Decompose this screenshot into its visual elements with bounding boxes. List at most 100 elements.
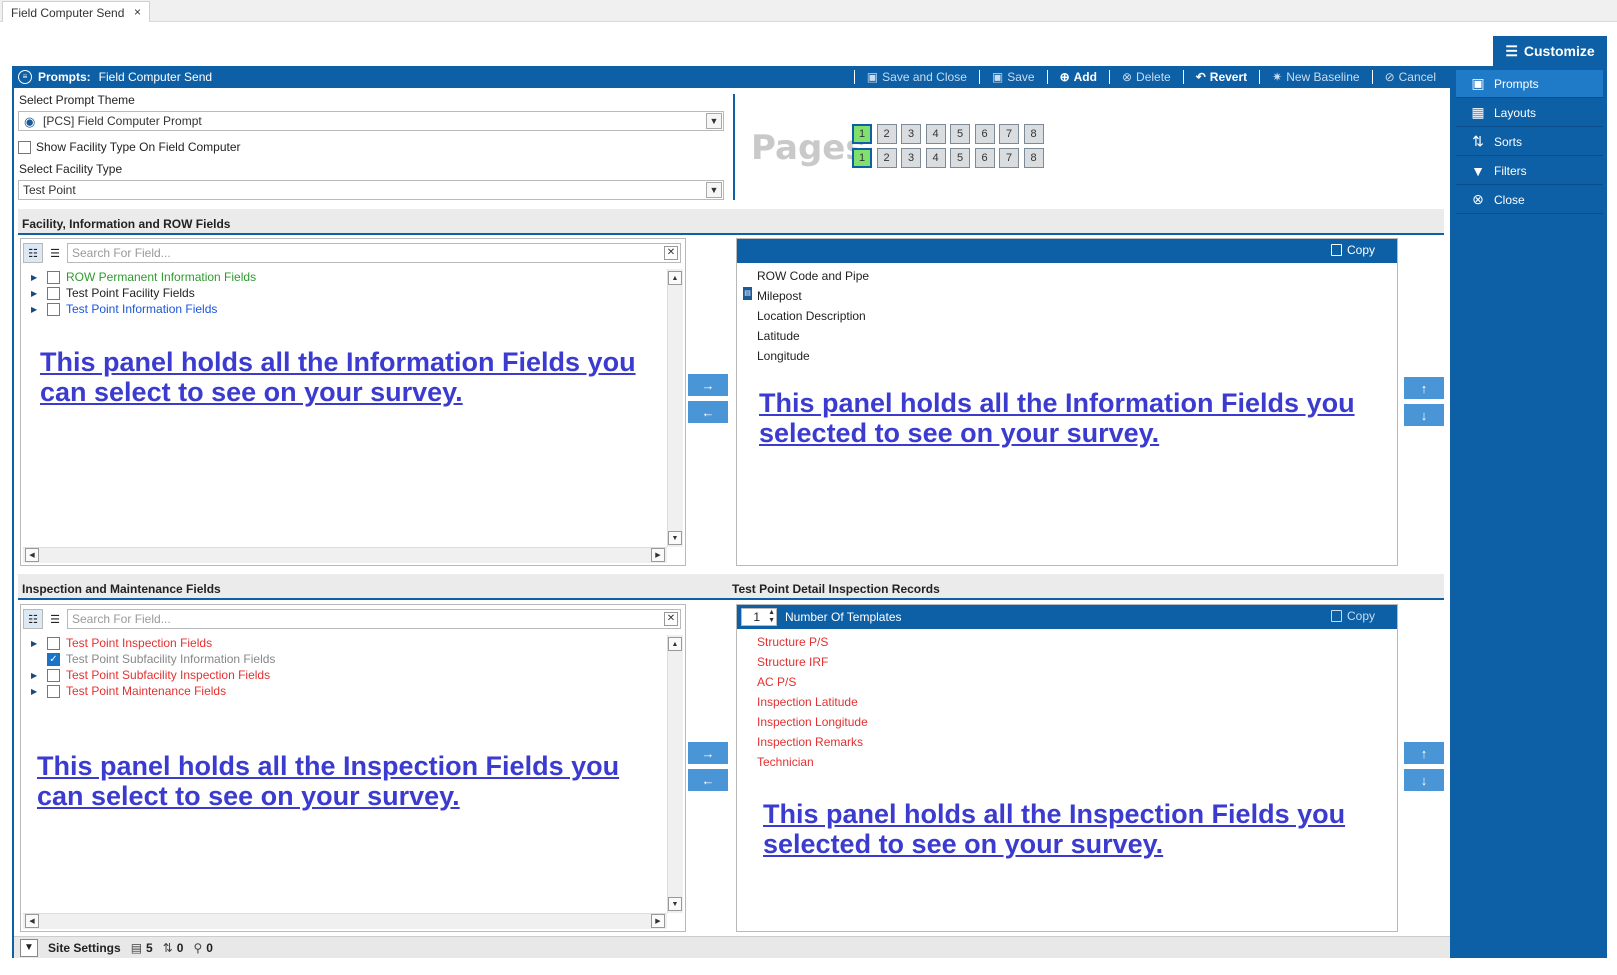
clear-search-icon[interactable]: ✕ <box>664 612 678 626</box>
page-button[interactable]: 6 <box>974 148 995 168</box>
expand-arrow-icon[interactable]: ▶ <box>31 273 41 282</box>
horizontal-scrollbar[interactable]: ◀ ▶ <box>23 913 667 929</box>
move-down-button[interactable]: ↓ <box>1404 404 1444 426</box>
move-up-button[interactable]: ↑ <box>1404 742 1444 764</box>
search-input[interactable]: Search For Field... ✕ <box>67 243 681 263</box>
side-item-sorts[interactable]: ⇅ Sorts <box>1456 128 1603 156</box>
tree-item-checkbox[interactable] <box>47 286 60 300</box>
list-view-icon[interactable]: ☰ <box>45 609 65 629</box>
page-button[interactable]: 3 <box>901 124 921 144</box>
move-right-button[interactable]: → <box>688 742 728 764</box>
vertical-scrollbar[interactable]: ▲ ▼ <box>667 269 683 547</box>
expand-arrow-icon[interactable]: ▶ <box>31 639 41 648</box>
prompt-theme-select[interactable]: ◉ [PCS] Field Computer Prompt ▼ <box>18 111 724 131</box>
scroll-down-icon[interactable]: ▼ <box>668 531 682 545</box>
move-left-button[interactable]: ← <box>688 769 728 791</box>
collapse-toggle-icon[interactable]: ▼ <box>20 938 38 957</box>
side-item-filters[interactable]: ▼ Filters <box>1456 157 1603 185</box>
templates-count-stepper[interactable]: 1 ▲ ▼ <box>741 608 777 626</box>
page-button[interactable]: 5 <box>950 148 970 168</box>
search-input[interactable]: Search For Field... ✕ <box>67 609 681 629</box>
selected-field-item[interactable]: Milepost <box>757 289 802 303</box>
page-button[interactable]: 2 <box>876 148 897 168</box>
list-view-icon[interactable]: ☰ <box>45 243 65 263</box>
page-button[interactable]: 1 <box>852 124 872 144</box>
tree-item[interactable]: ▶ ROW Permanent Information Fields <box>31 269 256 285</box>
page-button[interactable]: 8 <box>1023 124 1044 144</box>
tree-item-checkbox[interactable]: ✓ <box>47 652 60 666</box>
expand-arrow-icon[interactable]: ▶ <box>31 289 41 298</box>
page-button[interactable]: 6 <box>974 124 995 144</box>
page-button[interactable]: 2 <box>876 124 897 144</box>
tree-view-icon[interactable]: ☷ <box>23 609 43 629</box>
revert-button[interactable]: ↶ Revert <box>1192 70 1251 84</box>
scroll-down-icon[interactable]: ▼ <box>668 897 682 911</box>
vertical-scrollbar[interactable]: ▲ ▼ <box>667 635 683 913</box>
site-settings-label[interactable]: Site Settings <box>48 941 121 955</box>
scroll-up-icon[interactable]: ▲ <box>668 271 682 285</box>
scroll-left-icon[interactable]: ◀ <box>25 914 39 928</box>
tree-item-checkbox[interactable] <box>47 668 60 682</box>
tree-item[interactable]: ▶ Test Point Facility Fields <box>31 285 195 301</box>
add-button[interactable]: ⊕ Add <box>1056 70 1101 84</box>
selected-field-item[interactable]: AC P/S <box>757 675 796 689</box>
save-and-close-button[interactable]: ▣ Save and Close <box>863 70 971 84</box>
selected-field-item[interactable]: Inspection Longitude <box>757 715 868 729</box>
show-facility-checkbox[interactable] <box>18 140 31 154</box>
selected-field-item[interactable]: Inspection Latitude <box>757 695 858 709</box>
page-button[interactable]: 4 <box>925 124 946 144</box>
expand-arrow-icon[interactable]: ▶ <box>31 305 41 314</box>
side-item-prompts[interactable]: ▣ Prompts <box>1456 70 1603 98</box>
selected-field-item[interactable]: Inspection Remarks <box>757 735 863 749</box>
chevron-down-icon[interactable]: ▼ <box>706 113 722 129</box>
new-baseline-button[interactable]: ✷ New Baseline <box>1268 70 1363 84</box>
side-item-layouts[interactable]: ▦ Layouts <box>1456 99 1603 127</box>
selected-field-item[interactable]: Technician <box>757 755 814 769</box>
move-right-button[interactable]: → <box>688 374 728 396</box>
tree-view-icon[interactable]: ☷ <box>23 243 43 263</box>
selected-field-item[interactable]: ROW Code and Pipe <box>757 269 869 283</box>
tree-item[interactable]: ▶ Test Point Inspection Fields <box>31 635 212 651</box>
page-button[interactable]: 7 <box>999 148 1019 168</box>
page-button[interactable]: 4 <box>925 148 946 168</box>
selected-field-item[interactable]: Longitude <box>757 349 810 363</box>
move-up-button[interactable]: ↑ <box>1404 377 1444 399</box>
chevron-down-icon[interactable]: ▼ <box>706 182 722 198</box>
scroll-right-icon[interactable]: ▶ <box>651 914 665 928</box>
delete-button[interactable]: ⊗ Delete <box>1118 70 1175 84</box>
page-button[interactable]: 8 <box>1023 148 1044 168</box>
side-item-close[interactable]: ⊗ Close <box>1456 186 1603 214</box>
tree-item[interactable]: ▶ Test Point Maintenance Fields <box>31 683 226 699</box>
selected-field-item[interactable]: Structure IRF <box>757 655 828 669</box>
tree-item-checkbox[interactable] <box>47 636 60 650</box>
page-button[interactable]: 1 <box>852 148 872 168</box>
facility-type-select[interactable]: Test Point ▼ <box>18 180 724 200</box>
page-button[interactable]: 7 <box>999 124 1019 144</box>
move-down-button[interactable]: ↓ <box>1404 769 1444 791</box>
clear-search-icon[interactable]: ✕ <box>664 246 678 260</box>
page-button[interactable]: 5 <box>950 124 970 144</box>
tree-item[interactable]: ✓ Test Point Subfacility Information Fiel… <box>31 651 275 667</box>
move-left-button[interactable]: ← <box>688 401 728 423</box>
customize-button[interactable]: ☰ Customize <box>1493 36 1607 66</box>
tree-item[interactable]: ▶ Test Point Information Fields <box>31 301 217 317</box>
expand-arrow-icon[interactable]: ▶ <box>31 671 41 680</box>
tree-item[interactable]: ▶ Test Point Subfacility Inspection Field… <box>31 667 270 683</box>
selected-field-item[interactable]: Latitude <box>757 329 800 343</box>
scroll-left-icon[interactable]: ◀ <box>25 548 39 562</box>
scroll-right-icon[interactable]: ▶ <box>651 548 665 562</box>
tree-item-checkbox[interactable] <box>47 270 60 284</box>
stepper-arrows-icon[interactable]: ▲ ▼ <box>768 609 775 625</box>
cancel-button[interactable]: ⊘ Cancel <box>1381 70 1440 84</box>
selected-field-item[interactable]: Structure P/S <box>757 635 828 649</box>
horizontal-scrollbar[interactable]: ◀ ▶ <box>23 547 667 563</box>
tree-item-checkbox[interactable] <box>47 302 60 316</box>
document-tab[interactable]: Field Computer Send × <box>2 1 150 22</box>
copy-button[interactable]: Copy <box>1330 609 1375 623</box>
copy-button[interactable]: Copy <box>1330 243 1375 257</box>
save-button[interactable]: ▣ Save <box>988 70 1039 84</box>
scroll-up-icon[interactable]: ▲ <box>668 637 682 651</box>
expand-arrow-icon[interactable]: ▶ <box>31 687 41 696</box>
page-button[interactable]: 3 <box>901 148 921 168</box>
selected-field-item[interactable]: Location Description <box>757 309 866 323</box>
